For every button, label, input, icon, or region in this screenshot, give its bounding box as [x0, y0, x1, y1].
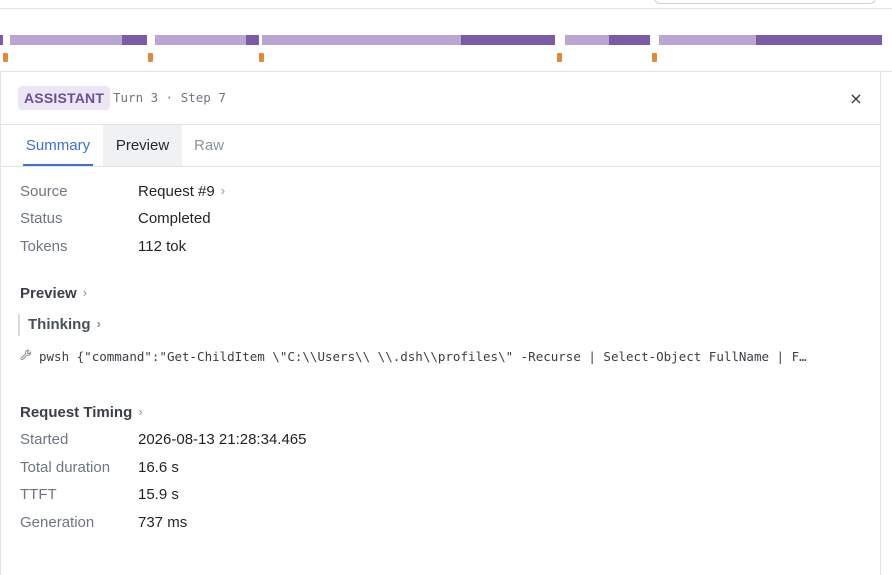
- timeline-segment-wait: [155, 35, 246, 45]
- close-icon[interactable]: ×: [847, 90, 865, 108]
- preview-section-toggle[interactable]: Preview ›: [20, 284, 87, 304]
- started-value: 2026-08-13 21:28:34.465: [138, 431, 307, 448]
- generation-value: 737 ms: [138, 514, 188, 531]
- field-label: TTFT: [20, 486, 57, 503]
- timing-section-title: Request Timing: [20, 404, 133, 421]
- timeline-segment-generation: [756, 35, 882, 45]
- timeline-bar[interactable]: [155, 35, 259, 45]
- summary-content: Source Request #9 › Status Completed Toke…: [1, 168, 880, 546]
- duration-value: 16.6 s: [138, 459, 179, 476]
- timing-section-toggle[interactable]: Request Timing ›: [20, 403, 143, 423]
- preview-section-title: Preview: [20, 285, 77, 302]
- tab-preview[interactable]: Preview: [103, 125, 182, 166]
- search-box-edge[interactable]: [654, 0, 876, 4]
- timeline-segment-generation: [122, 35, 147, 45]
- timeline-segment-wait: [262, 35, 461, 45]
- timeline-bar[interactable]: [565, 35, 650, 45]
- panel-header: ASSISTANT Turn 3 · Step 7 ×: [1, 72, 880, 125]
- source-link[interactable]: Request #9 ›: [138, 182, 225, 202]
- tool-call-marker[interactable]: [3, 53, 8, 62]
- timeline-bar[interactable]: [0, 35, 3, 45]
- ttft-value: 15.9 s: [138, 486, 179, 503]
- tool-call-marker[interactable]: [148, 53, 153, 62]
- chevron-right-icon: ›: [220, 183, 226, 198]
- timeline-segment-wait: [10, 35, 122, 45]
- timeline-bar[interactable]: [659, 35, 882, 45]
- timeline-segment-generation: [246, 35, 259, 45]
- timeline-bar[interactable]: [262, 35, 555, 45]
- timeline-bar[interactable]: [10, 35, 147, 45]
- tool-call-marker[interactable]: [557, 53, 562, 62]
- field-label: Tokens: [20, 238, 68, 255]
- wrench-icon: [20, 347, 34, 367]
- panel-footer-space: [1, 546, 880, 575]
- field-label: Generation: [20, 514, 95, 531]
- role-badge: ASSISTANT: [18, 86, 111, 110]
- turn-step-label: Turn 3 · Step 7: [113, 90, 226, 105]
- timeline-strip: [0, 28, 892, 72]
- timeline-segment-generation: [461, 35, 555, 45]
- timeline-segment-wait: [659, 35, 756, 45]
- tool-call-marker[interactable]: [259, 53, 264, 62]
- field-label: Status: [20, 210, 63, 227]
- field-label: Started: [20, 431, 69, 448]
- timeline-segment-wait: [565, 35, 609, 45]
- tool-name: pwsh: [39, 349, 70, 364]
- tool-call-marker[interactable]: [652, 53, 657, 62]
- status-value: Completed: [138, 210, 211, 227]
- timeline-segment-generation: [609, 35, 650, 45]
- tool-call-line[interactable]: pwsh {"command":"Get-ChildItem \"C:\\Use…: [20, 347, 860, 367]
- chevron-right-icon: ›: [138, 404, 143, 419]
- tool-args: {"command":"Get-ChildItem \"C:\\Users\\ …: [76, 349, 807, 364]
- tab-summary[interactable]: Summary: [17, 125, 99, 166]
- chevron-right-icon: ›: [96, 316, 101, 331]
- chevron-right-icon: ›: [82, 285, 88, 300]
- top-toolbar-edge: [0, 0, 892, 9]
- step-detail-panel: ASSISTANT Turn 3 · Step 7 × Summary Prev…: [0, 72, 881, 575]
- field-label: Source: [20, 183, 68, 200]
- source-link-text: Request #9: [138, 183, 215, 200]
- thinking-label: Thinking: [28, 316, 91, 333]
- tab-raw[interactable]: Raw: [185, 125, 233, 166]
- tab-bar: Summary Preview Raw: [1, 125, 880, 167]
- tokens-value: 112 tok: [138, 238, 187, 255]
- field-label: Total duration: [20, 459, 111, 476]
- timeline-segment-generation: [0, 35, 3, 45]
- thinking-toggle[interactable]: Thinking ›: [18, 314, 101, 336]
